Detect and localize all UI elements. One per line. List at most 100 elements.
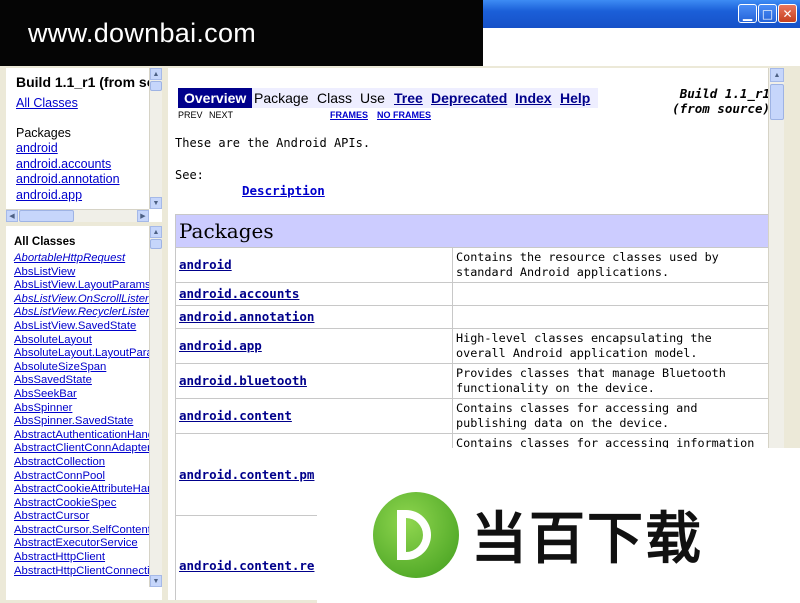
close-button[interactable]: ✕ bbox=[778, 4, 797, 23]
package-link[interactable]: android.accounts bbox=[16, 157, 156, 173]
class-link[interactable]: AbstractCookieAttributeHandler bbox=[14, 483, 162, 497]
table-row: android.annotation bbox=[175, 305, 771, 329]
nav-use: Use bbox=[360, 90, 385, 106]
table-row: android.content Contains classes for acce… bbox=[175, 398, 771, 434]
nav-overview: Overview bbox=[178, 88, 253, 108]
class-link[interactable]: AbstractCursor.SelfContentObserver bbox=[14, 524, 162, 538]
class-link[interactable]: AbstractCursor bbox=[14, 510, 154, 524]
class-link[interactable]: AbsoluteSizeSpan bbox=[14, 361, 154, 375]
class-link[interactable]: AbstractExecutorService bbox=[14, 537, 154, 551]
scroll-up-icon[interactable]: ▲ bbox=[150, 68, 162, 80]
top-navbar: Overview Package Class Use Tree Deprecat… bbox=[178, 88, 598, 108]
frame-title: All Classes bbox=[14, 236, 76, 248]
packages-label: Packages bbox=[16, 125, 71, 140]
class-link[interactable]: AbsListView.SavedState bbox=[14, 320, 154, 334]
package-name-cell: android bbox=[175, 247, 453, 283]
package-link[interactable]: android.content bbox=[179, 408, 292, 423]
package-link[interactable]: android.app bbox=[179, 338, 262, 353]
build-label: Build 1.1_r1 (from source) bbox=[672, 86, 770, 116]
package-link[interactable]: android.bluetooth bbox=[179, 373, 307, 388]
class-link[interactable]: AbsListView.OnScrollListener bbox=[14, 293, 161, 307]
scroll-thumb[interactable] bbox=[770, 84, 784, 120]
packages-frame: Build 1.1_r1 (from source) All Classes P… bbox=[6, 68, 162, 222]
class-link[interactable]: AbsListView bbox=[14, 266, 154, 280]
table-row: android.bluetooth Provides classes that m… bbox=[175, 363, 771, 399]
downbai-logo-icon bbox=[373, 492, 459, 578]
package-link[interactable]: android.app bbox=[16, 188, 156, 204]
nav-deprecated[interactable]: Deprecated bbox=[431, 90, 507, 106]
package-name-cell: android.app bbox=[175, 328, 453, 364]
package-link[interactable]: android bbox=[16, 141, 156, 157]
class-link[interactable]: AbsListView.LayoutParams bbox=[14, 279, 154, 293]
class-link[interactable]: AbsSpinner.SavedState bbox=[14, 415, 154, 429]
package-description bbox=[452, 305, 771, 329]
maximize-button[interactable]: □ bbox=[758, 4, 777, 23]
package-link[interactable]: android bbox=[179, 257, 232, 272]
package-link[interactable]: android.content.pm bbox=[179, 467, 314, 482]
all-classes-link[interactable]: All Classes bbox=[16, 96, 156, 112]
intro-text: These are the Android APIs. bbox=[175, 136, 371, 150]
class-link[interactable]: AbsSeekBar bbox=[14, 388, 154, 402]
description-link[interactable]: Description bbox=[242, 183, 325, 198]
table-row: android.accounts bbox=[175, 282, 771, 306]
nav-class: Class bbox=[317, 90, 353, 106]
package-name-cell: android.content bbox=[175, 398, 453, 434]
class-link[interactable]: AbstractConnPool bbox=[14, 470, 154, 484]
package-description: Provides classes that manage Bluetooth f… bbox=[452, 363, 771, 399]
table-row: android.app High-level classes encapsulat… bbox=[175, 328, 771, 364]
class-link[interactable]: AbsoluteLayout bbox=[14, 334, 154, 348]
scroll-thumb[interactable] bbox=[150, 81, 162, 91]
package-link[interactable]: android.annotation bbox=[16, 172, 156, 188]
package-name-cell: android.annotation bbox=[175, 305, 453, 329]
watermark-text: 当百下载 bbox=[471, 507, 703, 572]
minimize-button[interactable]: ▁ bbox=[738, 4, 757, 23]
next-label: NEXT bbox=[209, 110, 234, 120]
package-description bbox=[452, 282, 771, 306]
see-label: See: bbox=[175, 168, 204, 182]
build-version: Build 1.1_r1 bbox=[679, 86, 770, 101]
scroll-left-icon[interactable]: ◀ bbox=[6, 210, 18, 222]
vertical-scrollbar[interactable]: ▲ ▼ bbox=[149, 68, 162, 209]
build-source: (from source) bbox=[672, 101, 770, 116]
class-link[interactable]: AbstractCollection bbox=[14, 456, 154, 470]
table-row: android Contains the resource classes use… bbox=[175, 247, 771, 283]
package-name-cell: android.accounts bbox=[175, 282, 453, 306]
class-link[interactable]: AbsListView.RecyclerListener bbox=[14, 306, 162, 320]
package-link[interactable]: android.accounts bbox=[179, 286, 299, 301]
frames-link[interactable]: FRAMES bbox=[330, 110, 368, 120]
watermark-banner: www.downbai.com bbox=[0, 0, 483, 68]
package-description: Contains the resource classes used by st… bbox=[452, 247, 771, 283]
scroll-down-icon[interactable]: ▼ bbox=[150, 197, 162, 209]
nav-index[interactable]: Index bbox=[515, 90, 552, 106]
nav-help[interactable]: Help bbox=[560, 90, 590, 106]
scroll-down-icon[interactable]: ▼ bbox=[150, 575, 162, 587]
all-classes-frame: All Classes AbortableHttpRequest AbsListV… bbox=[6, 226, 162, 600]
scroll-up-icon[interactable]: ▲ bbox=[770, 68, 784, 82]
nav-tree[interactable]: Tree bbox=[394, 90, 423, 106]
package-name-cell: android.bluetooth bbox=[175, 363, 453, 399]
scroll-up-icon[interactable]: ▲ bbox=[150, 226, 162, 238]
class-link[interactable]: AbsSpinner bbox=[14, 402, 154, 416]
class-link[interactable]: AbstractAuthenticationHandler bbox=[14, 429, 162, 443]
class-link[interactable]: AbstractHttpClientConnection bbox=[14, 565, 162, 579]
packages-table-header: Packages bbox=[175, 214, 771, 248]
frame-title: Build 1.1_r1 (from source) bbox=[16, 74, 162, 90]
horizontal-scrollbar[interactable]: ◀ ▶ bbox=[6, 209, 149, 222]
class-link[interactable]: AbsoluteLayout.LayoutParams bbox=[14, 347, 162, 361]
class-link[interactable]: AbsSavedState bbox=[14, 374, 154, 388]
class-link[interactable]: AbstractClientConnAdapter bbox=[14, 442, 154, 456]
scroll-thumb[interactable] bbox=[19, 210, 74, 222]
vertical-scrollbar[interactable]: ▲ ▼ bbox=[149, 226, 162, 587]
scroll-thumb[interactable] bbox=[150, 239, 162, 249]
class-link[interactable]: AbstractCookieSpec bbox=[14, 497, 154, 511]
package-link[interactable]: android.content.re bbox=[179, 558, 314, 573]
class-link[interactable]: AbortableHttpRequest bbox=[14, 252, 154, 266]
no-frames-link[interactable]: NO FRAMES bbox=[377, 110, 431, 120]
prev-label: PREV bbox=[178, 110, 203, 120]
class-link[interactable]: AbstractHttpClient bbox=[14, 551, 154, 565]
package-description: High-level classes encapsulating the ove… bbox=[452, 328, 771, 364]
nav-package: Package bbox=[254, 90, 309, 106]
package-link[interactable]: android.annotation bbox=[179, 309, 314, 324]
scroll-right-icon[interactable]: ▶ bbox=[137, 210, 149, 222]
package-description: Contains classes for accessing and publi… bbox=[452, 398, 771, 434]
